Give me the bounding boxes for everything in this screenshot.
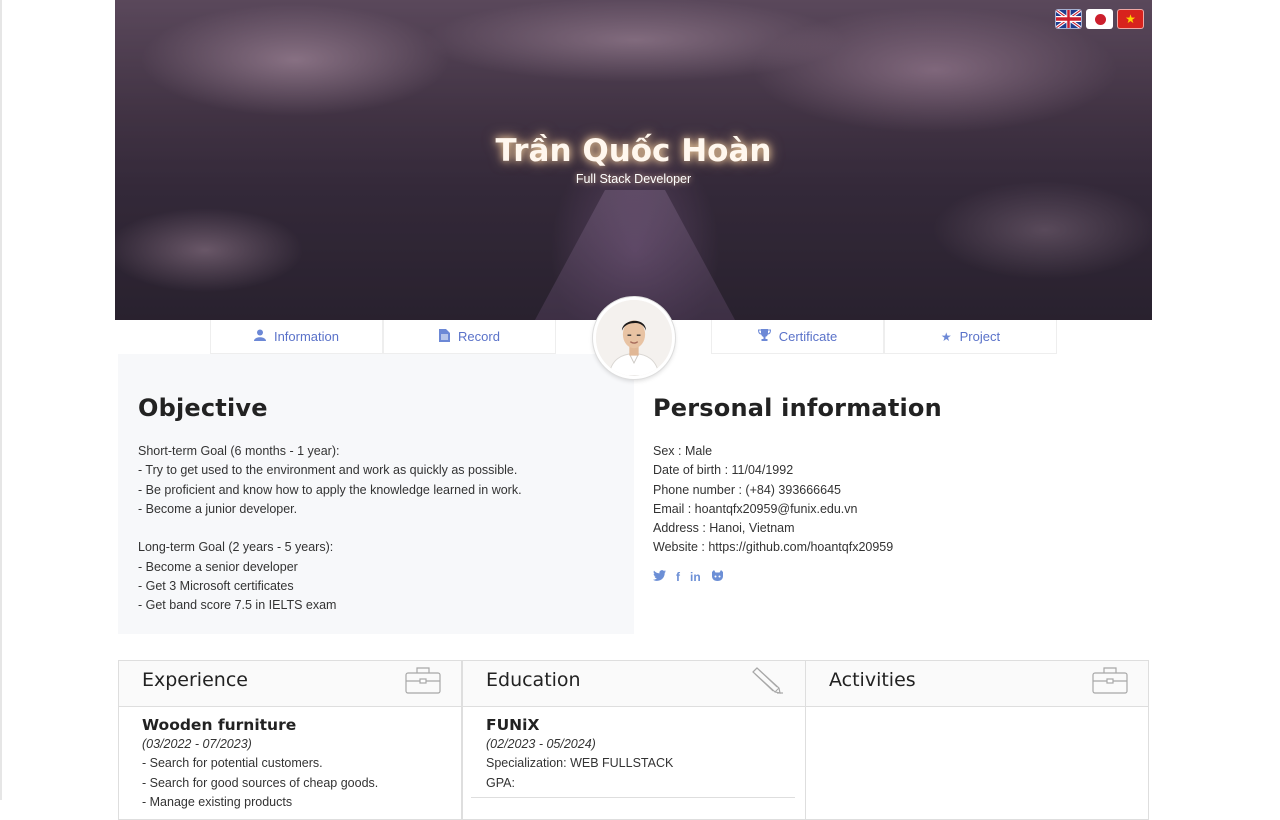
experience-header: Experience bbox=[119, 661, 461, 707]
personal-sex: Sex : Male bbox=[653, 444, 713, 458]
objective-line: - Become a senior developer bbox=[138, 559, 298, 574]
education-line: Specialization: WEB FULLSTACK bbox=[486, 756, 674, 771]
objective-lines: Short-term Goal (6 months - 1 year): - T… bbox=[138, 442, 614, 616]
experience-line: - Search for potential customers. bbox=[142, 756, 323, 771]
experience-period: (03/2022 - 07/2023) bbox=[142, 737, 252, 751]
briefcase-icon bbox=[405, 667, 441, 694]
personal-dob: Date of birth : 11/04/1992 bbox=[653, 463, 794, 478]
pencil-icon bbox=[752, 667, 783, 694]
objective-line: Long-term Goal (2 years - 5 years): bbox=[138, 540, 334, 555]
objective-panel: Objective Short-term Goal (6 months - 1 … bbox=[118, 354, 634, 634]
personal-info-panel: Personal information Sex : Male Date of … bbox=[653, 354, 1113, 634]
objective-title: Objective bbox=[138, 394, 268, 422]
objective-line: - Get 3 Microsoft certificates bbox=[138, 579, 294, 594]
trophy-icon bbox=[757, 329, 771, 344]
personal-phone: Phone number : (+84) 393666645 bbox=[653, 482, 841, 497]
experience-line: - Manage existing products bbox=[142, 794, 293, 809]
cv-page: Trần Quốc Hoàn Full Stack Developer ★ In… bbox=[115, 0, 1152, 820]
japan-flag-icon[interactable] bbox=[1086, 9, 1113, 29]
tab-record[interactable]: Record bbox=[383, 320, 556, 354]
language-switcher: ★ bbox=[1055, 9, 1144, 29]
twitter-icon[interactable] bbox=[653, 569, 666, 585]
hero-name: Trần Quốc Hoàn bbox=[495, 133, 772, 169]
experience-line: - Search for good sources of cheap goods… bbox=[142, 775, 379, 790]
personal-info-lines: Sex : Male Date of birth : 11/04/1992 Ph… bbox=[653, 442, 1113, 558]
objective-line: - Get band score 7.5 in IELTS exam bbox=[138, 598, 337, 613]
social-links: f in bbox=[653, 569, 1113, 585]
education-header: Education bbox=[463, 661, 805, 707]
education-body: FUNiX (02/2023 - 05/2024) Specialization… bbox=[463, 707, 805, 793]
activities-body bbox=[806, 707, 1148, 716]
uk-flag-icon[interactable] bbox=[1055, 9, 1082, 29]
activities-card: Activities bbox=[805, 660, 1149, 820]
linkedin-icon[interactable]: in bbox=[690, 570, 701, 585]
experience-card: Experience Wooden furniture (03/2022 - 0… bbox=[118, 660, 462, 820]
tab-project[interactable]: ★ Project bbox=[884, 320, 1057, 354]
activities-header: Activities bbox=[806, 661, 1148, 707]
objective-line: Short-term Goal (6 months - 1 year): bbox=[138, 444, 340, 458]
personal-website[interactable]: Website : https://github.com/hoantqfx209… bbox=[653, 538, 1113, 557]
hero-role: Full Stack Developer bbox=[575, 172, 692, 186]
star-icon: ★ bbox=[940, 329, 952, 344]
experience-body: Wooden furniture (03/2022 - 07/2023) - S… bbox=[119, 707, 461, 812]
education-line: GPA: bbox=[486, 775, 515, 790]
objective-line: - Try to get used to the environment and… bbox=[138, 463, 518, 478]
personal-info-title: Personal information bbox=[653, 394, 942, 422]
user-icon bbox=[253, 329, 266, 344]
tab-certificate[interactable]: Certificate bbox=[711, 320, 884, 354]
vietnam-flag-icon[interactable]: ★ bbox=[1117, 9, 1144, 29]
experience-org: Wooden furniture bbox=[142, 716, 297, 734]
tab-project-label: Project bbox=[959, 329, 1001, 344]
briefcase-icon bbox=[1092, 667, 1128, 694]
tab-information[interactable]: Information bbox=[210, 320, 383, 354]
tab-record-label: Record bbox=[458, 329, 500, 344]
objective-line: - Be proficient and know how to apply th… bbox=[138, 482, 522, 497]
left-border bbox=[0, 0, 2, 800]
education-card: Education FUNiX (02/2023 - 05/2024) Spec… bbox=[462, 660, 806, 820]
facebook-icon[interactable]: f bbox=[676, 570, 680, 585]
document-icon bbox=[439, 328, 451, 345]
education-divider bbox=[471, 797, 795, 798]
github-icon[interactable] bbox=[711, 569, 724, 585]
tab-certificate-label: Certificate bbox=[778, 329, 838, 344]
personal-email[interactable]: Email : hoantqfx20959@funix.edu.vn bbox=[653, 500, 1113, 519]
avatar[interactable] bbox=[593, 297, 675, 379]
personal-address: Address : Hanoi, Vietnam bbox=[653, 521, 795, 536]
objective-spacer bbox=[138, 519, 614, 538]
objective-line: - Become a junior developer. bbox=[138, 501, 298, 516]
education-org: FUNiX bbox=[486, 716, 540, 734]
education-period: (02/2023 - 05/2024) bbox=[486, 737, 596, 751]
hero-banner: Trần Quốc Hoàn Full Stack Developer ★ bbox=[115, 0, 1152, 320]
tab-information-label: Information bbox=[273, 329, 340, 344]
